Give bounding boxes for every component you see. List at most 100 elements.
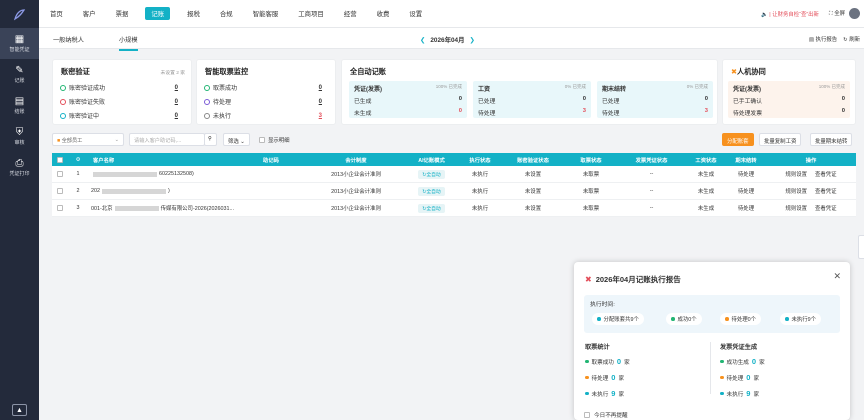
avatar[interactable]: [849, 8, 860, 19]
search-button[interactable]: ⚲: [204, 133, 217, 146]
rule-settings-link[interactable]: 规则设置: [785, 170, 807, 178]
refresh-icon: ↻: [843, 37, 848, 43]
invoice-status: --: [649, 188, 654, 194]
customer-name[interactable]: 001-北京 传媒有限公司-2026(2026031...: [88, 200, 234, 216]
nav-tax[interactable]: 报税: [184, 7, 203, 20]
header-ticket[interactable]: 取票状态: [565, 153, 617, 166]
card-account-verify: 账密验证 未设置 2 家 账密验证成功 0 账密验证失败 0 账密验证中 0: [52, 59, 192, 125]
next-period-icon[interactable]: ❯: [469, 37, 474, 44]
view-voucher-link[interactable]: 查看凭证: [815, 187, 837, 195]
checkbox[interactable]: [57, 156, 63, 163]
tab-small-scale[interactable]: 小规模: [119, 35, 138, 51]
dont-remind-checkbox[interactable]: 今日不再提醒: [584, 411, 628, 419]
sidebar-item-label: 结账: [14, 109, 25, 115]
verify-fail-count[interactable]: 0: [175, 99, 178, 105]
nav-smart-service[interactable]: 智能客服: [250, 7, 282, 20]
prev-period-icon[interactable]: ❮: [420, 37, 425, 44]
view-voucher-link[interactable]: 查看凭证: [815, 204, 837, 212]
sidebar-item-smart-voucher[interactable]: ▦ 智能凭证: [0, 28, 39, 59]
pending-invoice-count[interactable]: 0: [842, 108, 845, 117]
staff-icon: ■: [57, 138, 61, 144]
rule-settings-link[interactable]: 规则设置: [785, 204, 807, 212]
verify-pending-count[interactable]: 0: [175, 113, 178, 119]
error-circle-icon: [60, 98, 66, 105]
execution-report-button[interactable]: ▤ 执行报告: [809, 37, 837, 43]
batch-close-button[interactable]: 批量期末结转: [810, 133, 853, 146]
shield-icon: ⛨: [15, 127, 24, 138]
divider: [710, 342, 711, 394]
customer-name[interactable]: 202): [88, 183, 234, 199]
ticket-pending-count[interactable]: 0: [319, 99, 322, 105]
staff-select[interactable]: ■ 全部员工 ⌄: [52, 133, 124, 146]
tab-general-taxpayer[interactable]: 一般纳税人: [53, 35, 84, 44]
header-salary: 工资状态: [695, 157, 717, 164]
status-dot-icon: [720, 391, 724, 396]
allocate-button[interactable]: 分配账套: [722, 133, 754, 146]
user-guide-icon[interactable]: ▲: [12, 404, 27, 416]
execution-report-popup: ✖ 2026年04月记账执行报告 ✕ 执行时间: 分配账套共9个 成功0个 待处…: [574, 262, 850, 420]
ticket-notrun-count[interactable]: 3: [319, 113, 322, 119]
sidebar-item-label: 审核: [14, 140, 25, 146]
nav-compliance[interactable]: 合规: [217, 7, 236, 20]
sidebar-item-audit[interactable]: ⛨ 审核: [0, 121, 39, 152]
copy-salary-button[interactable]: 批量复制工资: [759, 133, 802, 146]
voucher-notgenerated-count[interactable]: 0: [459, 108, 462, 117]
verify-pending-row: 账密验证中 0: [60, 111, 178, 120]
filter-button[interactable]: 筛选 ⌄: [223, 133, 250, 146]
nav-home[interactable]: 首页: [47, 7, 66, 20]
invoice-stat-item: 未执行 9 家: [720, 389, 759, 398]
unset-note[interactable]: 未设置 2 家: [160, 69, 185, 76]
nav-settings[interactable]: 设置: [406, 7, 425, 20]
voucher-generated-count[interactable]: 0: [459, 96, 462, 105]
view-voucher-link[interactable]: 查看凭证: [815, 170, 837, 178]
row-checkbox[interactable]: [57, 171, 63, 177]
refresh-button[interactable]: ↻ 刷新: [843, 37, 860, 43]
top-right-area: 🔈 | 让财务自检“查”出新 ⛶ 全屏: [761, 8, 860, 19]
row-checkbox[interactable]: [57, 188, 63, 194]
notice-link[interactable]: 🔈 | 让财务自检“查”出新: [761, 10, 819, 18]
salary-pending-count[interactable]: 3: [583, 108, 586, 117]
verify-success-count[interactable]: 0: [175, 85, 178, 91]
customer-name[interactable]: 60225132508): [88, 166, 234, 182]
nav-operations[interactable]: 经营: [341, 7, 360, 20]
closing-done-count[interactable]: 0: [705, 96, 708, 105]
nav-fees[interactable]: 收费: [374, 7, 393, 20]
search-icon: ⚲: [208, 136, 212, 142]
verify-fail-row: 账密验证失败 0: [60, 97, 178, 106]
show-detail-checkbox[interactable]: 显示明细: [259, 136, 290, 144]
subbar-actions: ▤ 执行报告 ↻ 刷新: [809, 35, 860, 43]
sidebar-item-print[interactable]: ⎙ 凭证打印: [0, 152, 39, 183]
closing-pending-count[interactable]: 3: [705, 108, 708, 117]
salary-done-count[interactable]: 0: [583, 96, 586, 105]
search-input[interactable]: 请输入客户助记码,...: [129, 133, 205, 146]
invoice-status: --: [649, 205, 654, 211]
checkbox[interactable]: [584, 412, 590, 418]
nav-business-projects[interactable]: 工商项目: [295, 7, 327, 20]
customer-code: [234, 166, 308, 182]
period-label[interactable]: 2026年04月: [430, 37, 464, 44]
sidebar-item-label: 记账: [14, 78, 25, 84]
header-select-all[interactable]: [52, 153, 68, 166]
close-status: 待处理: [737, 172, 755, 178]
row-checkbox[interactable]: [57, 205, 63, 211]
sidebar-item-bookkeeping[interactable]: ✎ 记账: [0, 59, 39, 90]
nav-bookkeeping[interactable]: 记账: [145, 7, 171, 20]
redacted-block: [114, 205, 159, 211]
header-verify[interactable]: 账密验证状态: [501, 153, 565, 166]
side-panel-tab[interactable]: [858, 235, 864, 259]
nav-bills[interactable]: 票据: [113, 7, 132, 20]
ai-mode: ↻全自动: [404, 183, 459, 199]
sidebar-item-closing[interactable]: ▤ 结账: [0, 90, 39, 121]
fullscreen-button[interactable]: ⛶ 全屏: [829, 9, 845, 18]
top-navigation: 首页 客户 票据 记账 报税 合规 智能客服 工商项目 经营 收费 设置 🔈 |…: [39, 0, 864, 28]
exec-status: 未执行: [471, 206, 489, 212]
exec-summary: 执行时间: 分配账套共9个 成功0个 待处理0个 未执行9个: [584, 295, 840, 333]
nav-customers[interactable]: 客户: [80, 7, 99, 20]
manual-confirmed-count[interactable]: 0: [842, 96, 845, 105]
ticket-success-count[interactable]: 0: [319, 85, 322, 91]
checkbox[interactable]: [259, 137, 265, 143]
header-settings-icon[interactable]: ⚙: [68, 153, 88, 166]
ai-mode-badge: ↻全自动: [418, 169, 445, 179]
rule-settings-link[interactable]: 规则设置: [785, 187, 807, 195]
close-icon[interactable]: ✕: [833, 271, 841, 282]
